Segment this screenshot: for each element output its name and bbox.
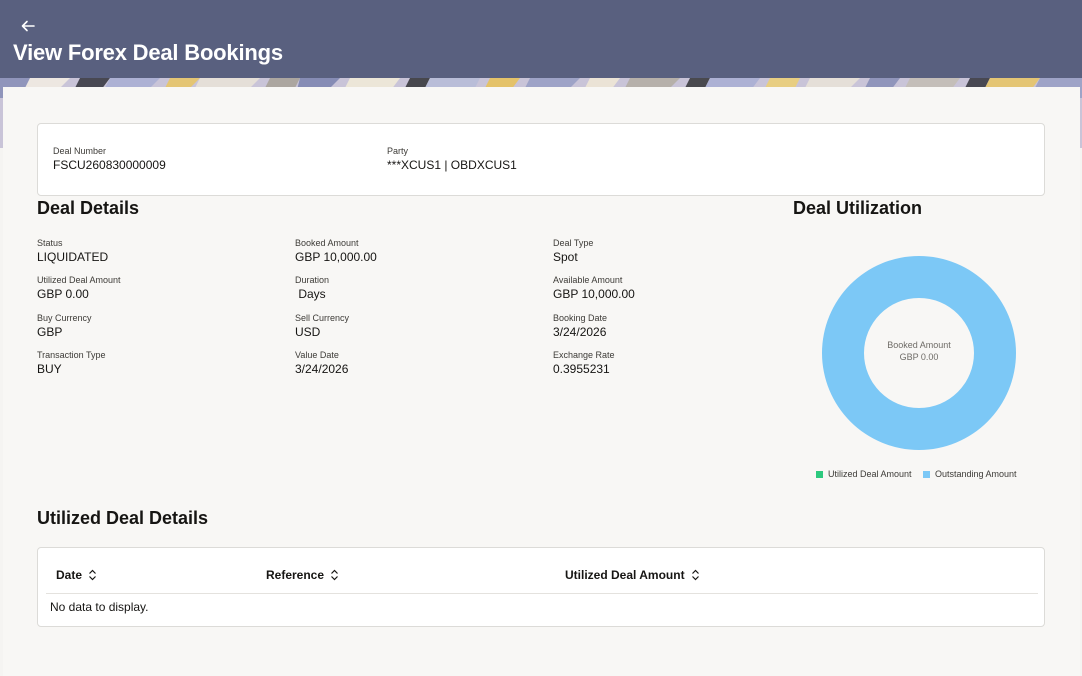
buy-currency-label: Buy Currency <box>37 313 92 323</box>
empty-table-message: No data to display. <box>50 600 149 614</box>
party-value: ***XCUS1 | OBDXCUS1 <box>387 158 517 172</box>
arrow-left-icon <box>21 20 35 32</box>
donut-center-value: GBP 0.00 <box>900 352 939 362</box>
column-header-reference[interactable]: Reference <box>266 568 339 582</box>
legend-item-utilized[interactable]: Utilized Deal Amount <box>816 469 912 479</box>
available-amount-value: GBP 10,000.00 <box>553 287 635 301</box>
utilized-deal-amount-field: Utilized Deal Amount GBP 0.00 <box>37 275 121 302</box>
utilized-deal-details-title: Utilized Deal Details <box>37 508 209 528</box>
deal-type-field: Deal Type Spot <box>553 238 593 265</box>
exchange-rate-value: 0.3955231 <box>553 362 610 376</box>
duration-label: Duration <box>295 275 330 285</box>
deal-number-field: Deal Number FSCU260830000009 <box>53 146 166 173</box>
duration-value: Days <box>295 287 326 301</box>
column-header-date-label: Date <box>56 568 83 582</box>
main-content: Deal Number FSCU260830000009 Party ***XC… <box>3 87 1080 676</box>
column-header-utilized-deal-amount-label: Utilized Deal Amount <box>565 568 685 582</box>
value-date-value: 3/24/2026 <box>295 362 349 376</box>
legend-label-utilized: Utilized Deal Amount <box>828 469 912 479</box>
column-header-utilized-deal-amount[interactable]: Utilized Deal Amount <box>565 568 700 582</box>
transaction-type-field: Transaction Type BUY <box>37 350 106 377</box>
status-field: Status LIQUIDATED <box>37 238 108 265</box>
transaction-type-label: Transaction Type <box>37 350 106 360</box>
deal-type-label: Deal Type <box>553 238 594 248</box>
legend-swatch-utilized <box>816 470 823 478</box>
back-button[interactable] <box>16 14 40 38</box>
available-amount-field: Available Amount GBP 10,000.00 <box>553 275 635 302</box>
utilized-deal-amount-value: GBP 0.00 <box>37 287 89 301</box>
transaction-type-value: BUY <box>37 362 62 376</box>
table-header-divider <box>46 593 1038 594</box>
booking-date-label: Booking Date <box>553 313 608 323</box>
booked-amount-label: Booked Amount <box>295 238 359 248</box>
party-field: Party ***XCUS1 | OBDXCUS1 <box>387 146 517 173</box>
sell-currency-value: USD <box>295 325 321 339</box>
column-header-reference-label: Reference <box>266 568 325 582</box>
deal-summary-card: Deal Number FSCU260830000009 Party ***XC… <box>37 123 1045 196</box>
buy-currency-field: Buy Currency GBP <box>37 313 92 340</box>
buy-currency-value: GBP <box>37 325 63 339</box>
utilized-deal-amount-label: Utilized Deal Amount <box>37 275 121 285</box>
deal-type-value: Spot <box>553 250 578 264</box>
booking-date-field: Booking Date 3/24/2026 <box>553 313 607 340</box>
sort-icon[interactable] <box>330 569 339 581</box>
duration-field: Duration Days <box>295 275 329 302</box>
exchange-rate-label: Exchange Rate <box>553 350 615 360</box>
legend-item-outstanding[interactable]: Outstanding Amount <box>923 469 1017 479</box>
value-date-label: Value Date <box>295 350 339 360</box>
status-value: LIQUIDATED <box>37 250 109 264</box>
legend-label-outstanding: Outstanding Amount <box>935 469 1017 479</box>
deal-details-title: Deal Details <box>37 198 140 218</box>
booked-amount-field: Booked Amount GBP 10,000.00 <box>295 238 377 265</box>
sell-currency-label: Sell Currency <box>295 313 350 323</box>
deal-number-value: FSCU260830000009 <box>53 158 166 172</box>
legend-swatch-outstanding <box>923 470 930 478</box>
value-date-field: Value Date 3/24/2026 <box>295 350 348 377</box>
sell-currency-field: Sell Currency USD <box>295 313 349 340</box>
page-header: View Forex Deal Bookings <box>0 0 1082 78</box>
booked-amount-value: GBP 10,000.00 <box>295 250 377 264</box>
booking-date-value: 3/24/2026 <box>553 325 607 339</box>
exchange-rate-field: Exchange Rate 0.3955231 <box>553 350 615 377</box>
party-label: Party <box>387 146 409 156</box>
page-title: View Forex Deal Bookings <box>13 40 283 65</box>
donut-center-label: Booked Amount <box>887 340 951 350</box>
sort-icon[interactable] <box>691 569 700 581</box>
deal-utilization-donut-chart: Booked Amount GBP 0.00 <box>822 256 1016 450</box>
status-label: Status <box>37 238 63 248</box>
column-header-date[interactable]: Date <box>56 568 97 582</box>
available-amount-label: Available Amount <box>553 275 623 285</box>
deal-utilization-title: Deal Utilization <box>793 198 923 218</box>
utilized-deal-table: Date Reference Utilized Deal Amount No d… <box>37 547 1045 627</box>
deal-number-label: Deal Number <box>53 146 107 156</box>
sort-icon[interactable] <box>88 569 97 581</box>
